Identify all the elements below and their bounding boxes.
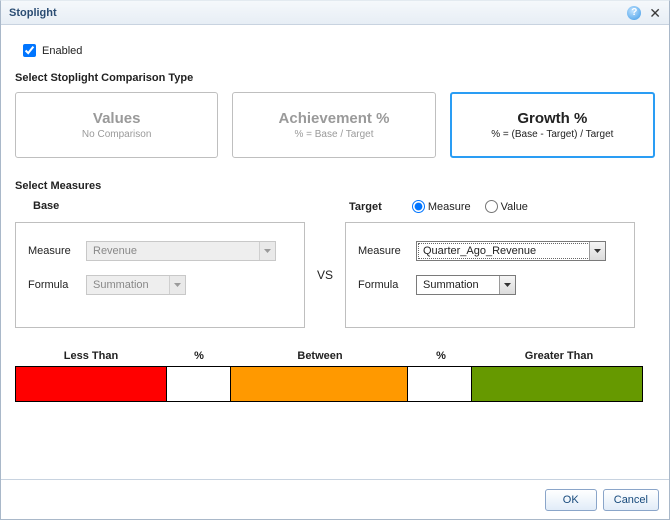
base-measure-value: Revenue xyxy=(93,245,137,257)
header-greater-than: Greater Than xyxy=(473,350,645,366)
type-title: Achievement % xyxy=(279,110,390,127)
threshold-input-low[interactable] xyxy=(166,366,232,402)
radio-value-input[interactable] xyxy=(485,200,498,213)
chevron-down-icon xyxy=(259,242,275,260)
enabled-label: Enabled xyxy=(42,45,82,57)
type-subtitle: % = (Base - Target) / Target xyxy=(491,129,613,140)
color-swatch-red[interactable] xyxy=(15,366,167,402)
vs-label: VS xyxy=(305,222,345,328)
comparison-type-heading: Select Stoplight Comparison Type xyxy=(15,72,655,84)
header-less-than: Less Than xyxy=(15,350,167,366)
chevron-down-icon xyxy=(169,276,185,294)
base-measure-label: Measure xyxy=(28,245,86,257)
header-pct2: % xyxy=(409,350,473,366)
target-panel: Measure Quarter_Ago_Revenue Formula Summ… xyxy=(345,222,635,328)
header-pct1: % xyxy=(167,350,231,366)
close-icon[interactable]: ✕ xyxy=(649,6,661,20)
titlebar: Stoplight ? ✕ xyxy=(1,1,669,25)
target-measure-select[interactable]: Quarter_Ago_Revenue xyxy=(416,241,606,261)
target-head: Target Measure Value xyxy=(345,200,635,213)
enabled-checkbox[interactable] xyxy=(23,44,36,57)
radio-measure-input[interactable] xyxy=(412,200,425,213)
threshold-input-high[interactable] xyxy=(407,366,473,402)
radio-value-label: Value xyxy=(501,201,528,213)
type-card-achievement[interactable]: Achievement % % = Base / Target xyxy=(232,92,435,158)
enabled-checkbox-row: Enabled xyxy=(19,41,655,60)
type-title: Values xyxy=(93,110,141,127)
ok-button[interactable]: OK xyxy=(545,489,597,511)
measures-area: Base Target Measure Value xyxy=(15,200,655,328)
header-between: Between xyxy=(231,350,409,366)
type-card-growth[interactable]: Growth % % = (Base - Target) / Target xyxy=(450,92,655,158)
cancel-button[interactable]: Cancel xyxy=(603,489,659,511)
target-measure-value: Quarter_Ago_Revenue xyxy=(423,245,536,257)
target-measure-label: Measure xyxy=(358,245,416,257)
base-heading: Base xyxy=(15,200,305,212)
color-thresholds: Less Than % Between % Greater Than xyxy=(15,350,655,402)
color-swatch-orange[interactable] xyxy=(230,366,408,402)
comparison-type-row: Values No Comparison Achievement % % = B… xyxy=(15,92,655,158)
target-formula-value: Summation xyxy=(423,279,479,291)
help-icon[interactable]: ? xyxy=(627,6,641,20)
dialog-footer: OK Cancel xyxy=(1,479,669,519)
target-type-radios: Measure Value xyxy=(412,200,528,213)
chevron-down-icon[interactable] xyxy=(499,276,515,294)
type-card-values[interactable]: Values No Comparison xyxy=(15,92,218,158)
radio-measure[interactable]: Measure xyxy=(412,200,471,213)
base-measure-select: Revenue xyxy=(86,241,276,261)
color-swatch-green[interactable] xyxy=(471,366,643,402)
target-formula-label: Formula xyxy=(358,279,416,291)
base-formula-select: Summation xyxy=(86,275,186,295)
color-headers: Less Than % Between % Greater Than xyxy=(15,350,655,366)
radio-value[interactable]: Value xyxy=(485,200,528,213)
type-subtitle: % = Base / Target xyxy=(294,129,373,140)
measures-heading: Select Measures xyxy=(15,180,655,192)
dialog-title: Stoplight xyxy=(9,7,627,19)
target-formula-select[interactable]: Summation xyxy=(416,275,516,295)
type-subtitle: No Comparison xyxy=(82,129,151,140)
base-formula-label: Formula xyxy=(28,279,86,291)
target-heading: Target xyxy=(349,201,382,213)
color-row xyxy=(15,366,655,402)
chevron-down-icon[interactable] xyxy=(589,242,605,260)
base-formula-value: Summation xyxy=(93,279,149,291)
radio-measure-label: Measure xyxy=(428,201,471,213)
stoplight-dialog: Stoplight ? ✕ Enabled Select Stoplight C… xyxy=(0,0,670,520)
type-title: Growth % xyxy=(517,110,587,127)
base-panel: Measure Revenue Formula Summation xyxy=(15,222,305,328)
